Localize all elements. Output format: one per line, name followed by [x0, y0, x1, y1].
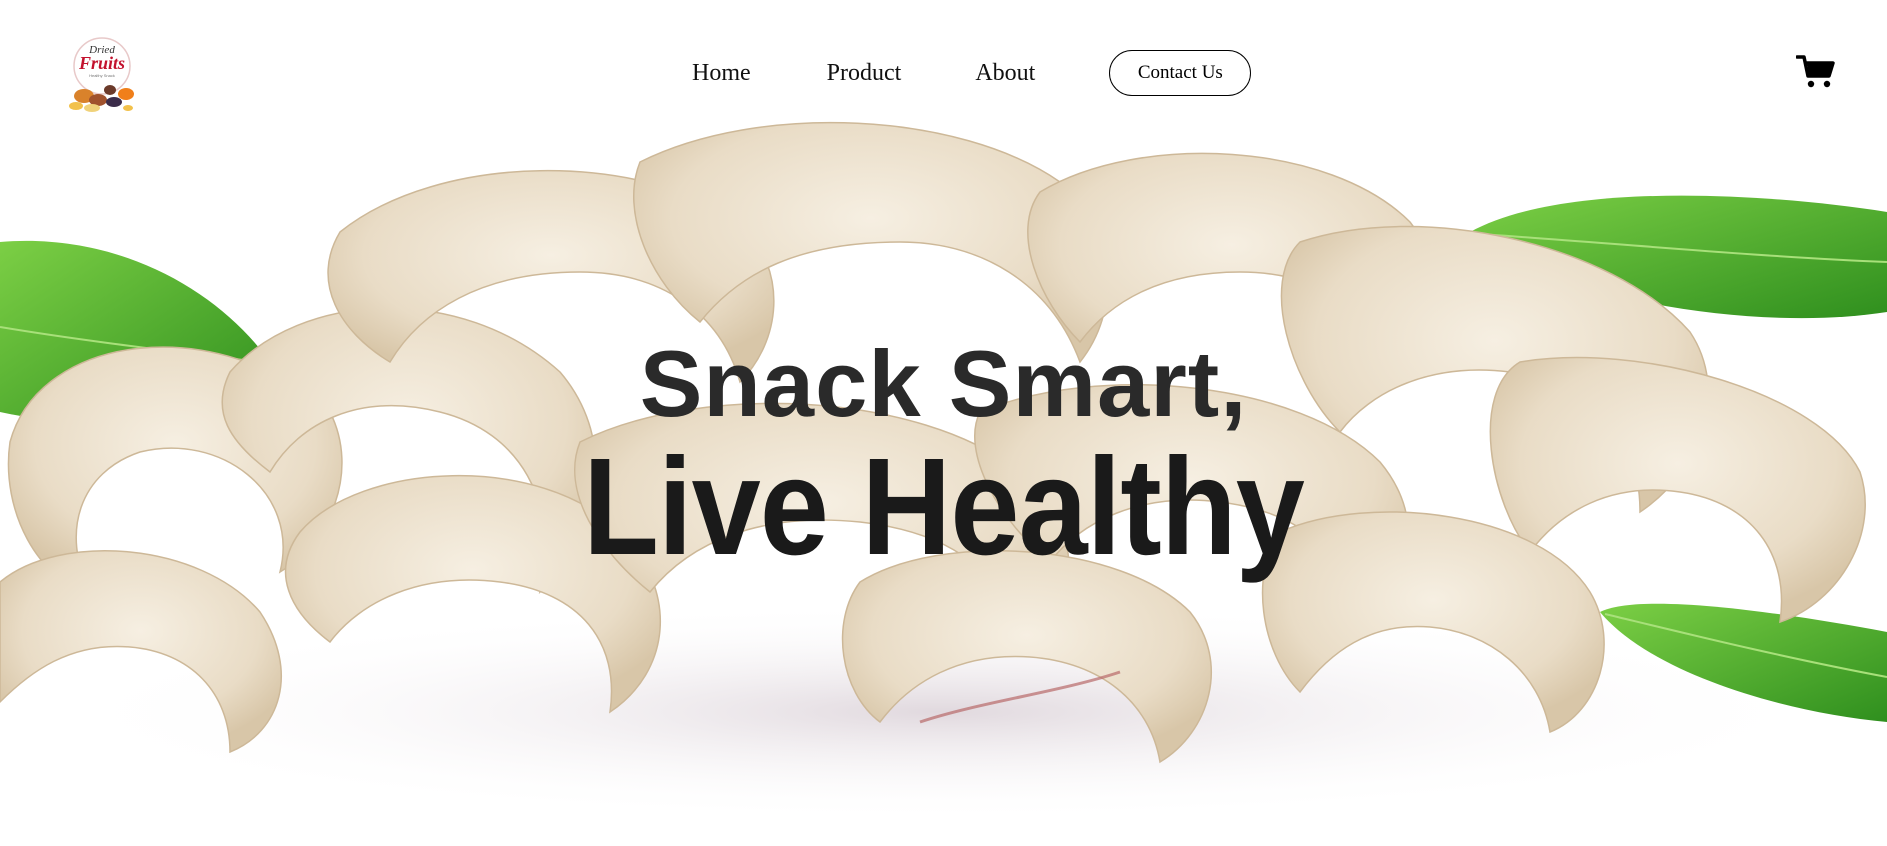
- contact-us-button[interactable]: Contact Us: [1109, 50, 1252, 96]
- nav-product[interactable]: Product: [827, 60, 902, 87]
- cart-icon[interactable]: [1796, 54, 1836, 90]
- main-nav: Home Product About Contact Us: [692, 50, 1252, 96]
- nav-about[interactable]: About: [975, 60, 1035, 87]
- logo-text-tagline: Healthy Snack: [89, 73, 115, 78]
- hero-headline-line1: Snack Smart,: [639, 331, 1248, 436]
- logo-text-fruits: Fruits: [78, 53, 125, 73]
- nav-home[interactable]: Home: [692, 60, 751, 87]
- hero-section: Snack Smart, Live Healthy: [0, 112, 1887, 846]
- hero-headline-line2: Live Healthy: [583, 430, 1305, 584]
- site-header: Dried Fruits Healthy Snack Home Product …: [0, 0, 1887, 112]
- logo[interactable]: Dried Fruits Healthy Snack: [62, 30, 144, 116]
